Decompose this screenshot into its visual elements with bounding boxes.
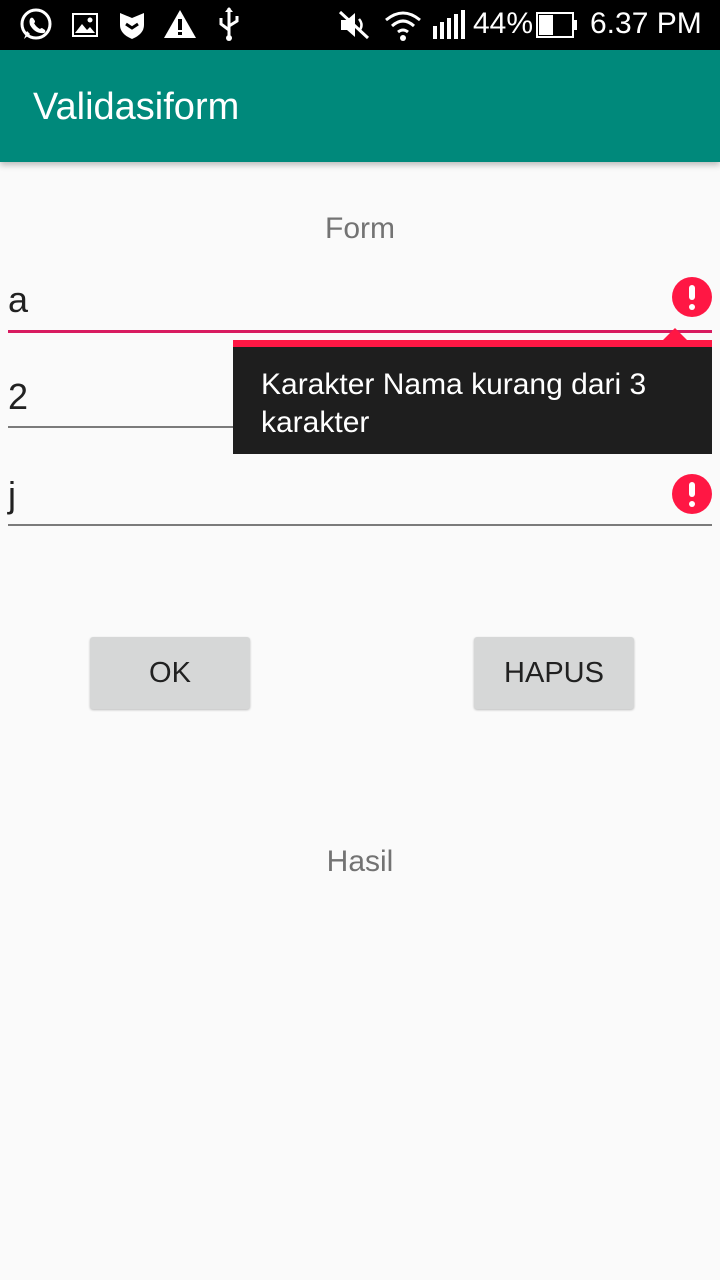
hapus-button[interactable]: HAPUS bbox=[474, 637, 634, 709]
warning-icon bbox=[164, 10, 196, 38]
ok-button[interactable]: OK bbox=[90, 637, 250, 709]
clock: 6.37 PM bbox=[590, 7, 702, 40]
mute-icon bbox=[338, 10, 370, 40]
battery-percent: 44% bbox=[473, 7, 534, 40]
form-title: Form bbox=[325, 212, 395, 245]
shield-icon bbox=[120, 13, 144, 39]
name-field-value: a bbox=[8, 279, 29, 320]
result-label: Hasil bbox=[326, 845, 394, 878]
name-field[interactable]: a bbox=[8, 273, 712, 333]
error-popup-message: Karakter Nama kurang dari 3 karakter bbox=[261, 368, 647, 439]
second-field-value: 2 bbox=[8, 376, 29, 417]
usb-icon bbox=[219, 7, 239, 41]
signal-icon bbox=[433, 10, 465, 39]
app-bar: Validasiform bbox=[0, 50, 720, 162]
error-icon[interactable] bbox=[672, 474, 712, 514]
field-underline bbox=[8, 524, 712, 526]
error-icon[interactable] bbox=[672, 277, 712, 317]
field-underline bbox=[8, 330, 712, 333]
wifi-icon bbox=[385, 11, 421, 41]
battery-icon bbox=[536, 12, 577, 38]
whatsapp-icon bbox=[20, 8, 52, 40]
status-bar: 44% 6.37 PM bbox=[0, 0, 720, 50]
third-field-value: j bbox=[8, 474, 16, 515]
error-popup-accent bbox=[233, 340, 712, 347]
app-title: Validasiform bbox=[33, 86, 240, 128]
error-popup-arrow bbox=[663, 328, 687, 340]
third-field[interactable]: j bbox=[8, 466, 712, 526]
image-icon bbox=[72, 13, 98, 37]
error-popup: Karakter Nama kurang dari 3 karakter bbox=[233, 328, 712, 454]
